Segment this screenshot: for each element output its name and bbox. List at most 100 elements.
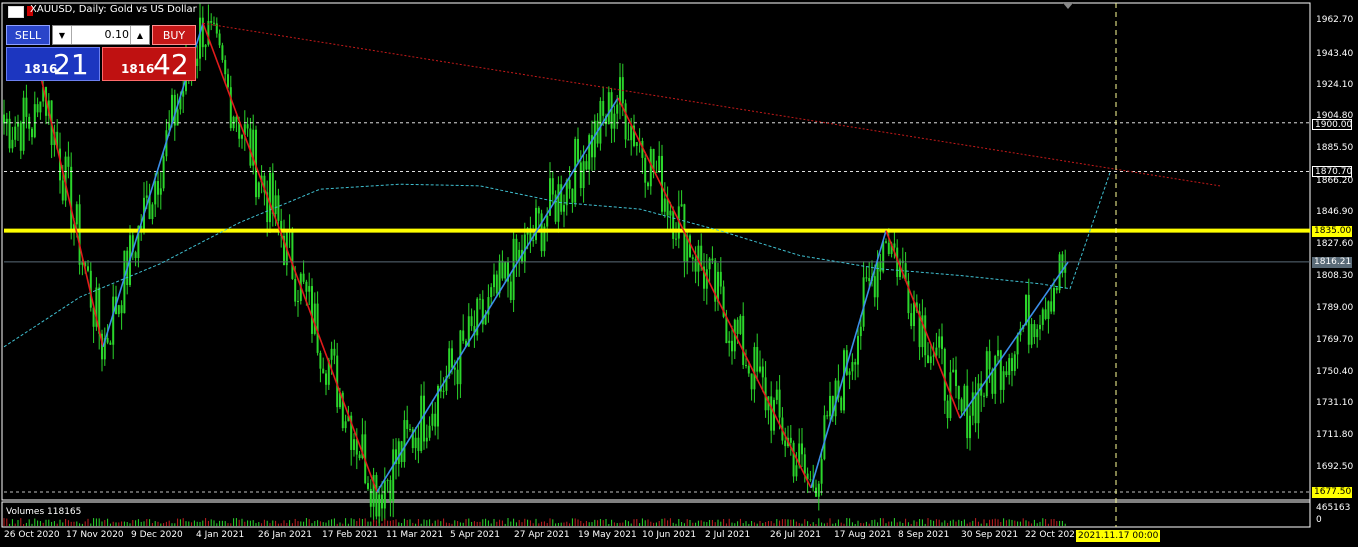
volume-bar: [132, 520, 134, 526]
candle-body: [297, 300, 299, 302]
candle-body: [78, 204, 81, 265]
volume-bar: [286, 522, 288, 526]
cursor-date-tag: 2021.11.17 00:00: [1076, 530, 1161, 542]
candle-body: [753, 347, 756, 390]
volume-bar: [137, 519, 139, 526]
volume-bar: [34, 518, 36, 526]
volume-bar: [611, 519, 613, 526]
volume-bar: [941, 522, 943, 526]
volume-bar: [529, 520, 531, 526]
candle-body: [588, 135, 591, 170]
volume-bar: [392, 520, 394, 526]
volume-bar: [723, 519, 725, 526]
volume-bar: [818, 518, 820, 526]
volume-bar: [683, 523, 685, 526]
volume-bar: [398, 522, 400, 526]
candle-body: [770, 396, 773, 431]
candle-body: [955, 369, 957, 387]
candle-body: [409, 428, 411, 430]
zigzag-segment: [617, 97, 812, 489]
candle-body: [680, 204, 683, 207]
candle-body: [470, 316, 473, 327]
candle-body: [1008, 358, 1011, 375]
candle-body: [19, 122, 22, 151]
candle-body: [647, 182, 649, 187]
candle-body: [1030, 324, 1033, 345]
volume-bar: [893, 518, 895, 526]
descending-trendline: [202, 22, 1221, 187]
candle-body: [672, 210, 675, 239]
volume-bar: [787, 519, 789, 526]
volume-bar: [949, 520, 951, 526]
volume-bar: [490, 523, 492, 526]
buy-price-big: 42: [153, 48, 189, 81]
volume-bar: [1011, 519, 1013, 526]
candle-body: [756, 347, 759, 372]
buy-price-box[interactable]: 1816 42: [102, 47, 196, 81]
level-1835-tag: 1835.00: [1312, 226, 1352, 237]
candle-body: [375, 475, 378, 517]
candle-body: [389, 480, 392, 502]
lot-decrease-icon[interactable]: ▼: [53, 26, 72, 44]
volume-bar: [885, 523, 887, 526]
volume-bar: [927, 518, 929, 526]
sell-price-box[interactable]: 1816 21: [6, 47, 100, 81]
volume-bar: [1022, 518, 1024, 526]
candle-body: [462, 330, 465, 341]
volume-bar: [289, 520, 291, 526]
volume-bar: [70, 521, 72, 526]
current-price-tag: 1816.21: [1312, 257, 1352, 268]
candle-body: [1041, 309, 1044, 325]
candle-body: [708, 258, 711, 270]
candle-body: [501, 260, 504, 279]
candle-body: [428, 425, 431, 438]
candle-body: [1036, 329, 1039, 338]
level-1900-tag: 1900.00: [1312, 119, 1352, 130]
candle-body: [742, 315, 745, 365]
volume-bar: [669, 518, 671, 526]
candle-body: [224, 59, 227, 75]
volume-bar: [577, 519, 579, 526]
lot-increase-icon[interactable]: ▲: [130, 26, 149, 44]
volume-bar: [857, 520, 859, 526]
volume-bar: [219, 520, 221, 526]
candle-body: [333, 348, 336, 356]
volume-bar: [462, 522, 464, 526]
candle-body: [490, 287, 493, 298]
candle-body: [997, 350, 999, 356]
volume-bar: [199, 521, 201, 526]
candle-body: [602, 101, 605, 116]
lot-size-field[interactable]: ▼ 0.10 ▲: [52, 25, 150, 45]
candle-body: [509, 281, 512, 300]
level-1870-tag: 1870.70: [1312, 166, 1352, 177]
volume-bar: [661, 518, 663, 526]
candle-body: [229, 87, 232, 129]
volume-bar: [1036, 523, 1038, 526]
lot-value[interactable]: 0.10: [73, 28, 130, 41]
volume-bar: [734, 523, 736, 526]
candle-body: [313, 303, 316, 334]
volume-bar: [991, 519, 993, 526]
volume-bar: [87, 518, 89, 526]
candle-body: [495, 274, 498, 294]
volume-bar: [1000, 521, 1002, 526]
candle-body: [731, 340, 733, 352]
candle-body: [154, 181, 157, 205]
buy-button[interactable]: BUY: [152, 25, 196, 45]
candle-body: [803, 454, 806, 474]
volume-bar: [272, 520, 274, 526]
volume-bar: [367, 521, 369, 526]
volume-bar: [412, 522, 414, 526]
volume-bar: [364, 518, 366, 526]
volume-bar: [457, 521, 459, 526]
candle-body: [157, 181, 159, 195]
time-axis-label: 30 Sep 2021: [961, 530, 1019, 540]
volume-bar: [373, 519, 375, 526]
volume-bar: [868, 523, 870, 526]
price-axis-label: 1846.90: [1316, 207, 1354, 217]
sell-button[interactable]: SELL: [6, 25, 50, 45]
candle-body: [201, 17, 204, 48]
volume-bar: [468, 518, 470, 526]
price-chart[interactable]: [0, 0, 1358, 547]
candle-body: [67, 156, 70, 167]
